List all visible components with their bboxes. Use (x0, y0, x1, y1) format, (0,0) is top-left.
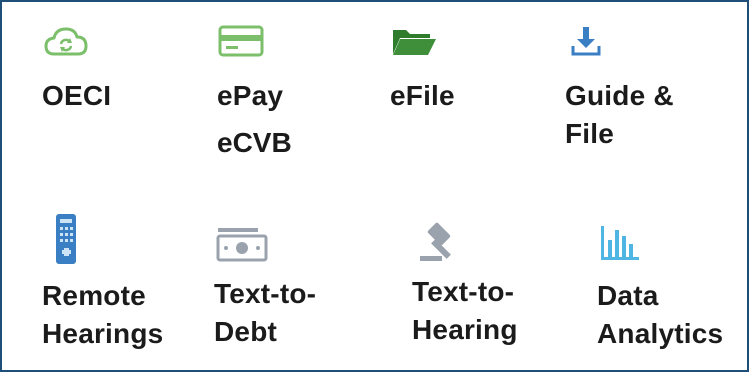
efile-label: eFile (390, 80, 455, 111)
bar-chart-icon (597, 222, 723, 269)
download-icon (569, 24, 674, 63)
ecvb-label: eCVB (217, 127, 292, 158)
money-icon (214, 224, 316, 269)
guide-label-line1: Guide & (565, 80, 674, 111)
oeci-label: OECI (42, 80, 112, 111)
remote-control-icon (54, 212, 163, 271)
analytics-label-line1: Data (597, 280, 659, 311)
remote-hearings-link[interactable]: Remote Hearings (42, 212, 163, 353)
oeci-link[interactable]: OECI (42, 24, 111, 115)
services-panel: OECI ePay eCVB eFile Guide & File Remote… (0, 0, 749, 372)
debt-label-line2: Debt (214, 316, 278, 347)
text-to-debt-link[interactable]: Text-to- Debt (214, 224, 316, 351)
analytics-label-line2: Analytics (597, 318, 724, 349)
ecvb-link[interactable]: eCVB (217, 124, 292, 162)
remote-label-line1: Remote (42, 280, 146, 311)
credit-card-icon (217, 24, 283, 63)
gavel-icon (416, 220, 518, 269)
epay-link[interactable]: ePay (217, 24, 283, 115)
cloud-sync-icon (42, 24, 111, 65)
text-to-hearing-link[interactable]: Text-to- Hearing (412, 220, 518, 349)
folder-open-icon (390, 24, 455, 63)
efile-link[interactable]: eFile (390, 24, 455, 115)
epay-label: ePay (217, 80, 284, 111)
guide-file-link[interactable]: Guide & File (565, 24, 674, 153)
remote-label-line2: Hearings (42, 318, 164, 349)
guide-label-line2: File (565, 118, 615, 149)
debt-label-line1: Text-to- (214, 278, 317, 309)
hearing-label-line1: Text-to- (412, 276, 515, 307)
data-analytics-link[interactable]: Data Analytics (597, 222, 723, 353)
hearing-label-line2: Hearing (412, 314, 518, 345)
